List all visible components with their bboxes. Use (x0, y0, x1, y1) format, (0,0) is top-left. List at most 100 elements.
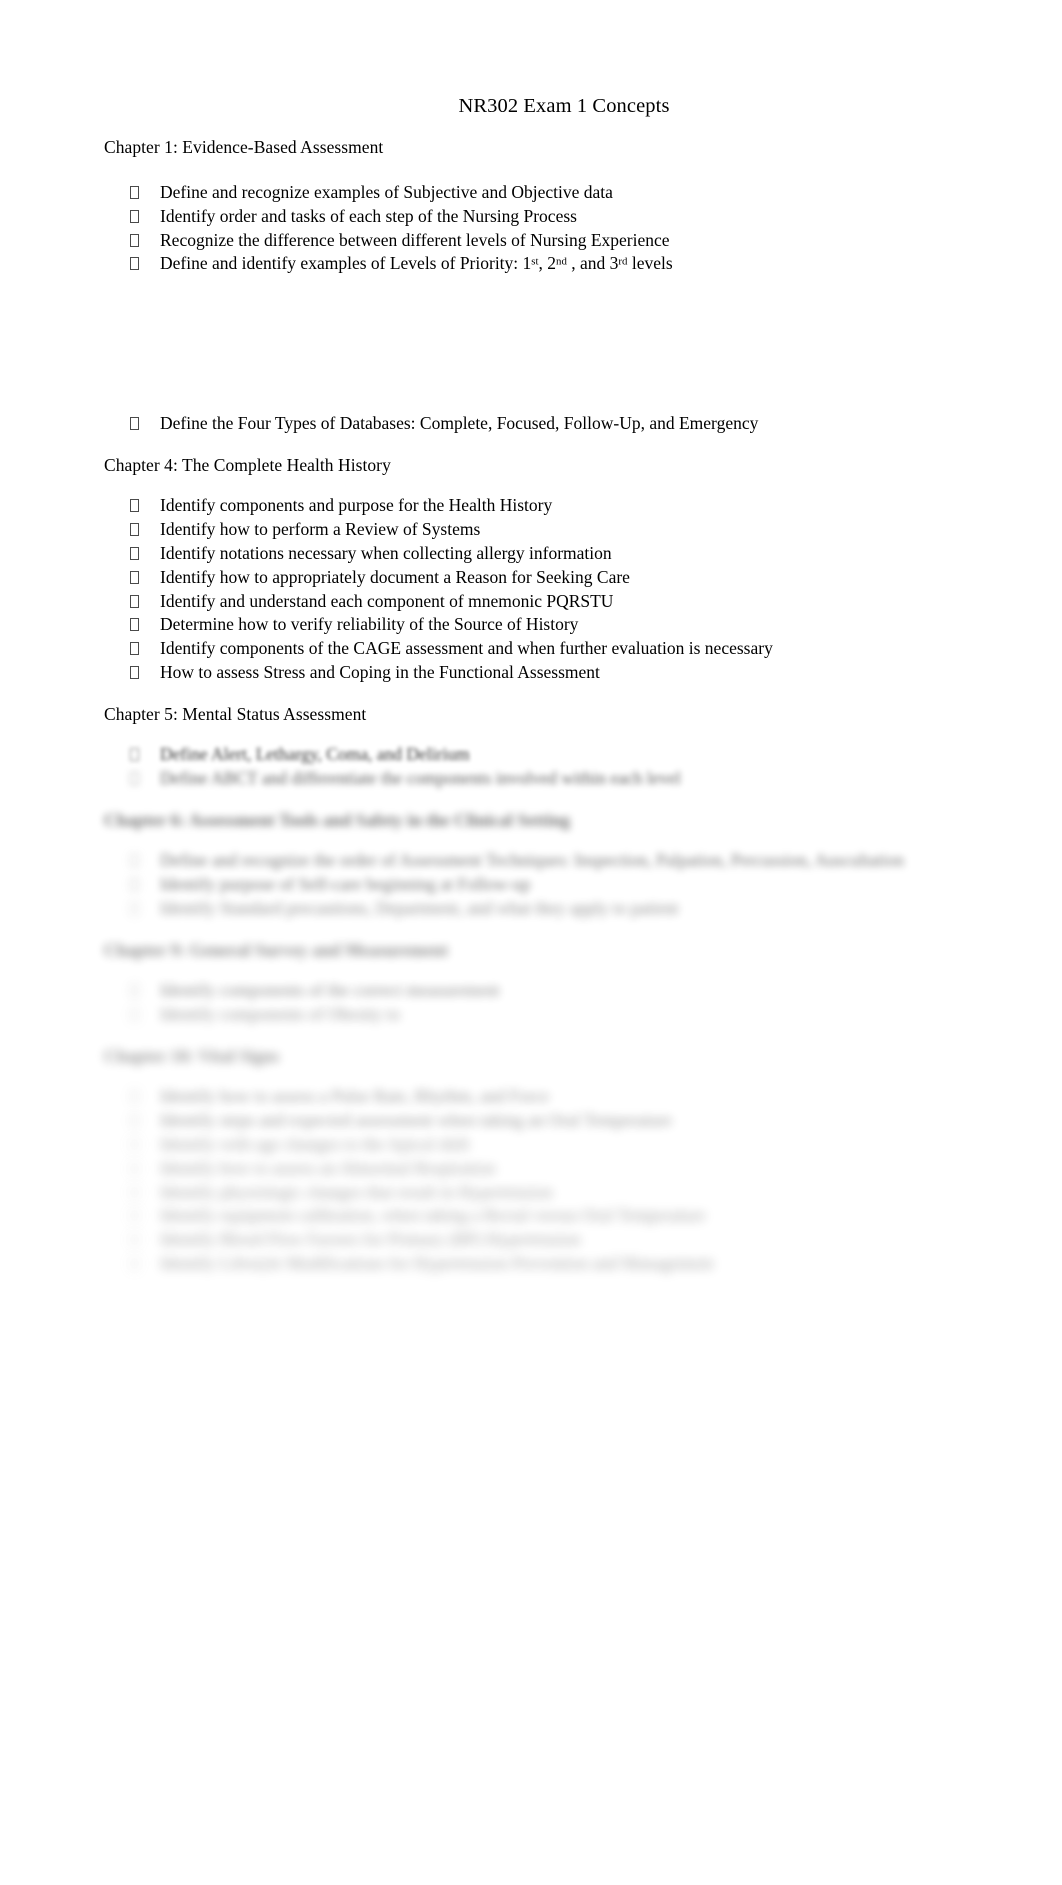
list-item-label: Identify notations necessary when collec… (160, 543, 612, 564)
bullet-box-icon (130, 771, 140, 792)
chapter9-bullet-list: Identify components of the correct measu… (104, 980, 894, 1028)
bullet-box-icon (130, 546, 140, 567)
list-item-label: Identify how to assess a Pulse Rate, Rhy… (160, 1086, 550, 1107)
priority-tail: levels (627, 253, 673, 274)
list-item-label: Identify physiologic changes that result… (160, 1181, 553, 1202)
bullet-box-icon (130, 1185, 140, 1206)
databases-bullet-list: Define the Four Types of Databases: Comp… (104, 413, 894, 437)
bullet-box-icon (130, 853, 140, 874)
list-item-label: Define Alert, Lethargy, Coma, and Deliri… (160, 744, 470, 765)
list-item-label: Identify Blood Flow Factors for Primary … (160, 1229, 581, 1250)
list-item: Define ABCT and differentiate the compon… (104, 768, 894, 792)
chapter5-bullet-list: Define Alert, Lethargy, Coma, and Deliri… (104, 744, 894, 792)
priority-sup-second: nd (556, 255, 567, 268)
list-item: Identify notations necessary when collec… (104, 543, 894, 567)
bullet-box-icon (130, 1007, 140, 1028)
list-item-label: Define ABCT and differentiate the compon… (160, 768, 681, 789)
page-title: NR302 Exam 1 Concepts (458, 95, 670, 117)
list-item-label: Identify components and purpose for the … (160, 495, 553, 516)
list-item: Identify how to appropriately document a… (104, 567, 894, 591)
bullet-box-icon (130, 185, 140, 206)
document-body: NR302 Exam 1 Concepts Chapter 1: Evidenc… (104, 95, 904, 1277)
list-item-label: Identify Standard precautions, Departmen… (160, 898, 679, 919)
list-item-label: Define and recognize examples of Subject… (160, 182, 613, 202)
list-item: Define and recognize examples of Subject… (104, 182, 894, 206)
bullet-box-icon (130, 1161, 140, 1182)
list-item-label: Identify purpose of Self-care beginning … (160, 874, 531, 895)
list-item-label: Define and identify examples of Levels o… (160, 253, 673, 274)
list-item-label: Identify steps and expected assessment w… (160, 1110, 673, 1131)
priority-sup-first: st (531, 255, 539, 268)
list-item: Identify how to assess a Pulse Rate, Rhy… (104, 1086, 894, 1110)
list-item: Identify components of the correct measu… (104, 980, 894, 1004)
bullet-box-icon (130, 1232, 140, 1253)
list-item: Define and recognize the order of Assess… (104, 850, 904, 874)
bullet-box-icon (130, 617, 140, 638)
list-item-label: Identify Lifestyle Modifications for Hyp… (160, 1253, 714, 1274)
chapter-heading-4: Chapter 4: The Complete Health History (104, 454, 391, 475)
list-item-label: Identify with age changes to the Apical … (160, 1134, 470, 1155)
list-item: Identify how to assess an Abnormal Respi… (104, 1158, 894, 1182)
list-item-label: Identify how to appropriately document a… (160, 566, 630, 587)
chapter-heading-5: Chapter 5: Mental Status Assessment (104, 703, 367, 724)
list-item-label: Recognize the difference between differe… (160, 229, 670, 250)
list-item-label: Define the Four Types of Databases: Comp… (160, 413, 759, 434)
bullet-box-icon (130, 901, 140, 922)
list-item-label: Identify components of Obesity to (160, 1004, 401, 1025)
list-item: How to assess Stress and Coping in the F… (104, 662, 894, 686)
bullet-box-icon (130, 522, 140, 543)
list-item: Identify with age changes to the Apical … (104, 1134, 894, 1158)
bullet-box-icon (130, 1256, 140, 1277)
chapter-heading-10: Chapter 10: Vital Signs (104, 1045, 280, 1066)
list-item: Define the Four Types of Databases: Comp… (104, 413, 894, 437)
bullet-box-icon (130, 877, 140, 898)
spacer-large (104, 277, 894, 413)
list-item-label: Identify how to perform a Review of Syst… (160, 519, 481, 540)
priority-mid-second: , and 3 (566, 253, 619, 274)
document-page: NR302 Exam 1 Concepts Chapter 1: Evidenc… (0, 0, 1062, 1885)
list-item-label: Identify components of the correct measu… (160, 980, 500, 1001)
bullet-box-icon (130, 747, 140, 768)
bullet-box-icon (130, 983, 140, 1004)
list-item-label: Define and recognize the order of Assess… (160, 850, 904, 871)
bullet-box-icon (130, 594, 140, 615)
list-item-label: Identify how to assess an Abnormal Respi… (160, 1157, 496, 1178)
list-item: Identify Standard precautions, Departmen… (104, 898, 894, 922)
list-item: Identify components of the CAGE assessme… (104, 638, 894, 662)
list-item: Identify equipment calibration, when tak… (104, 1205, 894, 1229)
priority-lead: Define and identify examples of Levels o… (160, 253, 532, 274)
chapter4-bullet-list: Identify components and purpose for the … (104, 495, 894, 685)
bullet-box-icon (130, 1113, 140, 1134)
bullet-box-icon (130, 1089, 140, 1110)
list-item-label: Identify components of the CAGE assessme… (160, 638, 773, 659)
list-item-label: Identify order and tasks of each step of… (160, 205, 577, 226)
list-item: Define Alert, Lethargy, Coma, and Deliri… (104, 744, 894, 768)
priority-mid-first: , 2 (538, 253, 557, 274)
bullet-box-icon (130, 209, 140, 230)
bullet-box-icon (130, 570, 140, 591)
list-item: Determine how to verify reliability of t… (104, 614, 894, 638)
list-item-priority: Define and identify examples of Levels o… (104, 253, 894, 277)
list-item-label: Identify equipment calibration, when tak… (160, 1205, 706, 1226)
bullet-box-icon (130, 665, 140, 686)
bullet-box-icon (130, 416, 140, 437)
list-item: Identify steps and expected assessment w… (104, 1110, 894, 1134)
bullet-box-icon (130, 1208, 140, 1229)
list-item-label: How to assess Stress and Coping in the F… (160, 662, 600, 683)
list-item: Identify purpose of Self-care beginning … (104, 874, 894, 898)
bullet-box-icon (130, 233, 140, 254)
list-item: Recognize the difference between differe… (104, 230, 894, 254)
bullet-box-icon (130, 641, 140, 662)
list-item: Identify components of Obesity to (104, 1004, 894, 1028)
bullet-box-icon (130, 498, 140, 519)
